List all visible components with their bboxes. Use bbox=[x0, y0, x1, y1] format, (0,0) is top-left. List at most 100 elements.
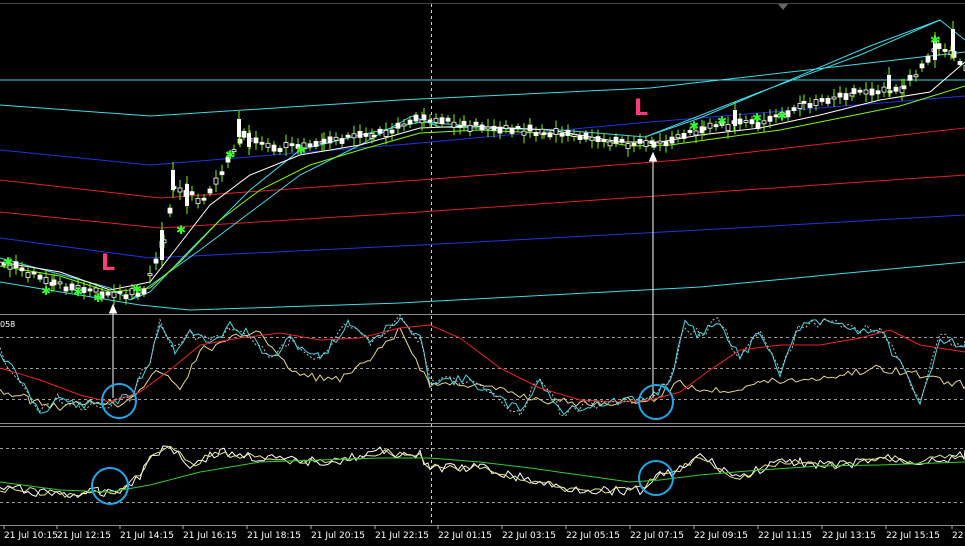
candle-body bbox=[253, 137, 259, 144]
x-axis-tick-label: 21 Jul 16:15 bbox=[183, 531, 237, 541]
candle-body bbox=[819, 98, 825, 102]
candle-body bbox=[13, 261, 19, 269]
candle-body bbox=[675, 134, 681, 139]
candle-body bbox=[491, 125, 497, 131]
candle-body bbox=[813, 99, 819, 106]
candle-body bbox=[439, 117, 445, 125]
candle-body bbox=[401, 123, 407, 127]
candle-body bbox=[583, 132, 589, 140]
candle-body bbox=[553, 128, 559, 136]
x-axis-tick-label: 22 Jul 03:15 bbox=[502, 531, 556, 541]
candle-body bbox=[559, 132, 565, 137]
candle-body bbox=[313, 140, 319, 147]
candle-body bbox=[461, 120, 467, 126]
candle-body bbox=[389, 129, 395, 134]
candle-body bbox=[925, 55, 931, 63]
candle-body bbox=[509, 127, 515, 134]
candle-body bbox=[265, 142, 271, 148]
candle-body bbox=[451, 121, 457, 128]
star-icon: ✱ bbox=[930, 33, 940, 47]
candle-body bbox=[307, 143, 313, 148]
x-axis-tick-label: 22 Jul 15:15 bbox=[886, 531, 940, 541]
candle-body bbox=[831, 96, 837, 100]
candle-body bbox=[577, 135, 583, 141]
candle-body bbox=[383, 129, 389, 137]
candle-body bbox=[201, 197, 207, 201]
candle-body bbox=[503, 124, 509, 129]
star-icon: ✱ bbox=[689, 119, 699, 133]
star-icon: ✱ bbox=[752, 111, 762, 125]
candle-body bbox=[433, 117, 439, 123]
candle-body bbox=[541, 132, 547, 136]
candle-body bbox=[957, 61, 963, 65]
candle-body bbox=[51, 279, 57, 286]
candle-body bbox=[153, 258, 159, 264]
candle-body bbox=[791, 107, 797, 111]
indicator-label: 058 bbox=[0, 320, 15, 329]
candle-body bbox=[875, 90, 881, 95]
candle-body bbox=[117, 290, 123, 294]
candle-body bbox=[141, 288, 147, 295]
candle-body bbox=[843, 93, 849, 100]
candle-body bbox=[625, 143, 631, 150]
star-icon: ✱ bbox=[717, 114, 727, 128]
candle-body bbox=[321, 138, 327, 144]
candle-body bbox=[63, 286, 69, 292]
candle-body bbox=[357, 130, 363, 138]
candle-body bbox=[413, 114, 419, 122]
candle-body bbox=[177, 187, 183, 193]
star-icon: ✱ bbox=[132, 282, 142, 296]
candle-body bbox=[467, 125, 473, 132]
candle-body bbox=[207, 188, 213, 194]
candle-body bbox=[485, 126, 491, 130]
candle-body bbox=[185, 184, 189, 206]
candle-body bbox=[259, 141, 265, 145]
candle-body bbox=[919, 63, 925, 69]
candle-body bbox=[497, 126, 503, 134]
star-icon: ✱ bbox=[176, 223, 186, 237]
candle-body bbox=[377, 128, 383, 134]
candle-body bbox=[767, 115, 773, 122]
candle-body bbox=[857, 89, 863, 93]
candle-body bbox=[801, 101, 807, 104]
candle-body bbox=[421, 114, 427, 121]
price-chart[interactable]: ✱✱ ✱ ✱✱✱✱ ✱✱ ✱ ✱ ✱✱ L L 058 21 Jul 10:15 21 Jul… bbox=[0, 0, 965, 546]
star-icon: ✱ bbox=[73, 285, 83, 299]
x-axis-tick-label: 21 Jul 12:15 bbox=[57, 531, 111, 541]
candle-body bbox=[473, 121, 479, 126]
candle-body bbox=[942, 49, 948, 52]
candle-body bbox=[427, 119, 433, 123]
candle-body bbox=[37, 274, 43, 280]
candle-body bbox=[707, 122, 713, 129]
candle-body bbox=[589, 136, 595, 141]
candle-body bbox=[565, 130, 571, 136]
candle-body bbox=[547, 132, 553, 138]
candle-body bbox=[631, 142, 637, 146]
candle-body bbox=[907, 74, 913, 81]
candle-body bbox=[881, 86, 887, 93]
candle-body bbox=[445, 117, 451, 122]
candle-body bbox=[105, 291, 111, 296]
candle-body bbox=[533, 132, 539, 137]
star-icon: ✱ bbox=[3, 255, 13, 269]
x-axis-tick-label: 22 Jul 07:15 bbox=[630, 531, 684, 541]
candle-body bbox=[457, 125, 463, 128]
x-axis-tick-label: 21 Jul 14:15 bbox=[120, 531, 174, 541]
candle-body bbox=[681, 132, 687, 139]
candle-body bbox=[241, 130, 247, 138]
candle-body bbox=[657, 140, 663, 144]
candle-body bbox=[351, 133, 357, 139]
candle-body bbox=[171, 170, 175, 190]
x-axis-tick-label: 22 Jul 01:15 bbox=[438, 531, 492, 541]
candle-body bbox=[743, 120, 749, 123]
candle-body bbox=[851, 88, 857, 95]
star-icon: ✱ bbox=[296, 143, 306, 157]
candle-body bbox=[19, 267, 25, 272]
candle-body bbox=[43, 277, 49, 284]
candle-body bbox=[219, 171, 225, 176]
x-axis-tick-label: 21 Jul 20:15 bbox=[311, 531, 365, 541]
candle-body bbox=[123, 294, 129, 300]
candle-body bbox=[25, 272, 31, 278]
candle-body bbox=[669, 136, 675, 144]
x-axis-tick-label: 22 Jul 11:15 bbox=[758, 531, 812, 541]
